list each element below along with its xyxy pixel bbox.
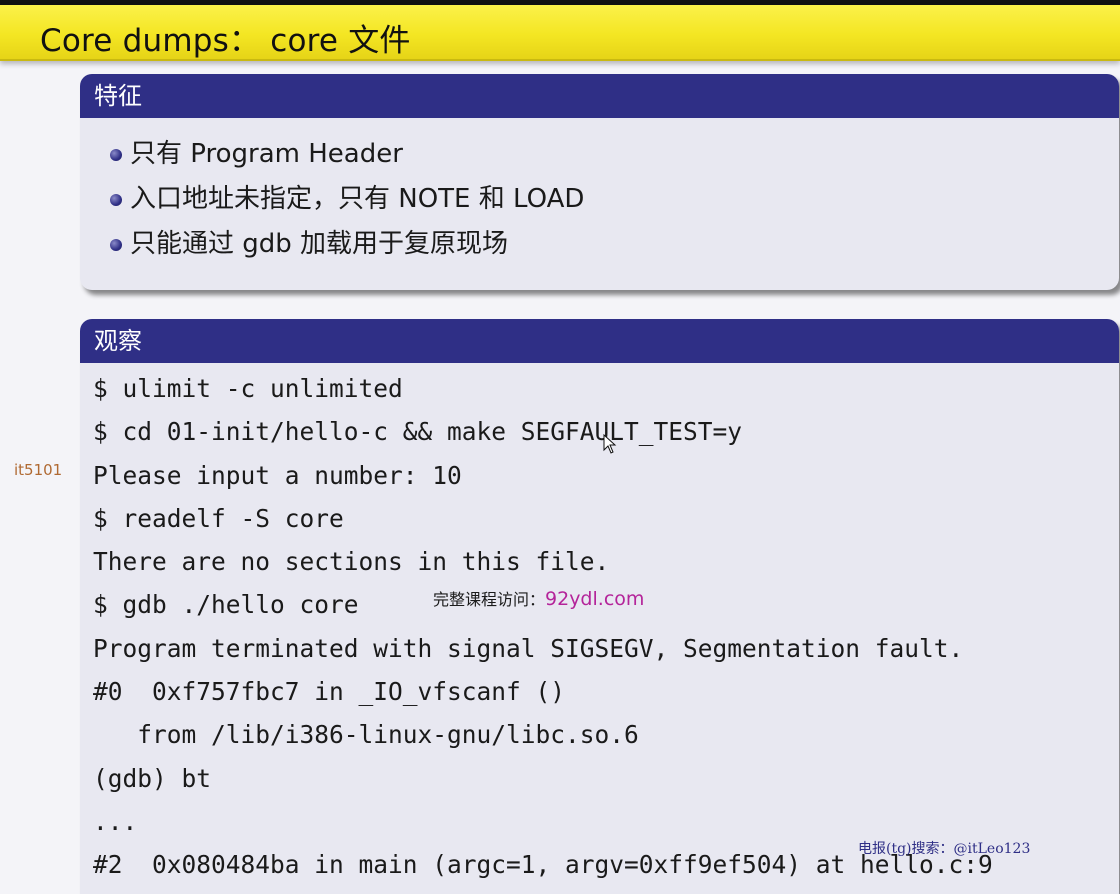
features-block: 特征 只有 Program Header 入口地址未指定，只有 NOTE 和 L… xyxy=(80,74,1119,290)
course-watermark-label: 完整课程访问： xyxy=(433,590,546,609)
code-line: Program terminated with signal SIGSEGV, … xyxy=(93,633,964,663)
tg-watermark: 电报(tg)搜索：@itLeo123 xyxy=(858,841,1031,857)
course-watermark: 完整课程访问：92ydl.com xyxy=(433,586,644,610)
code-line: ... xyxy=(93,806,138,836)
list-item: 只能通过 gdb 加载用于复原现场 xyxy=(110,226,1119,271)
course-watermark-url: 92ydl.com xyxy=(545,588,645,610)
features-list: 只有 Program Header 入口地址未指定，只有 NOTE 和 LOAD… xyxy=(80,118,1119,271)
bullet-icon xyxy=(110,239,122,251)
bullet-icon xyxy=(110,194,122,206)
code-line: (gdb) bt xyxy=(93,763,212,793)
code-listing: $ ulimit -c unlimited $ cd 01-init/hello… xyxy=(80,363,1119,887)
side-label: it5101 xyxy=(14,461,63,479)
code-line: $ ulimit -c unlimited xyxy=(93,374,403,403)
mouse-cursor-icon xyxy=(603,434,617,454)
code-line: $ readelf -S core xyxy=(93,503,344,533)
code-line: Please input a number: 10 xyxy=(93,460,462,490)
observe-block-header: 观察 xyxy=(80,319,1119,363)
list-item: 入口地址未指定，只有 NOTE 和 LOAD xyxy=(110,181,1119,226)
bullet-icon xyxy=(110,149,122,161)
slide-title: Core dumps： core 文件 xyxy=(40,23,411,59)
list-item: 只有 Program Header xyxy=(110,136,1119,181)
code-line: There are no sections in this file. xyxy=(93,547,610,577)
code-line: #0 0xf757fbc7 in _IO_vfscanf () xyxy=(93,677,566,707)
features-block-header: 特征 xyxy=(80,74,1119,118)
slide-title-bar: Core dumps： core 文件 xyxy=(0,5,1120,61)
code-line: from /lib/i386-linux-gnu/libc.so.6 xyxy=(93,720,639,750)
